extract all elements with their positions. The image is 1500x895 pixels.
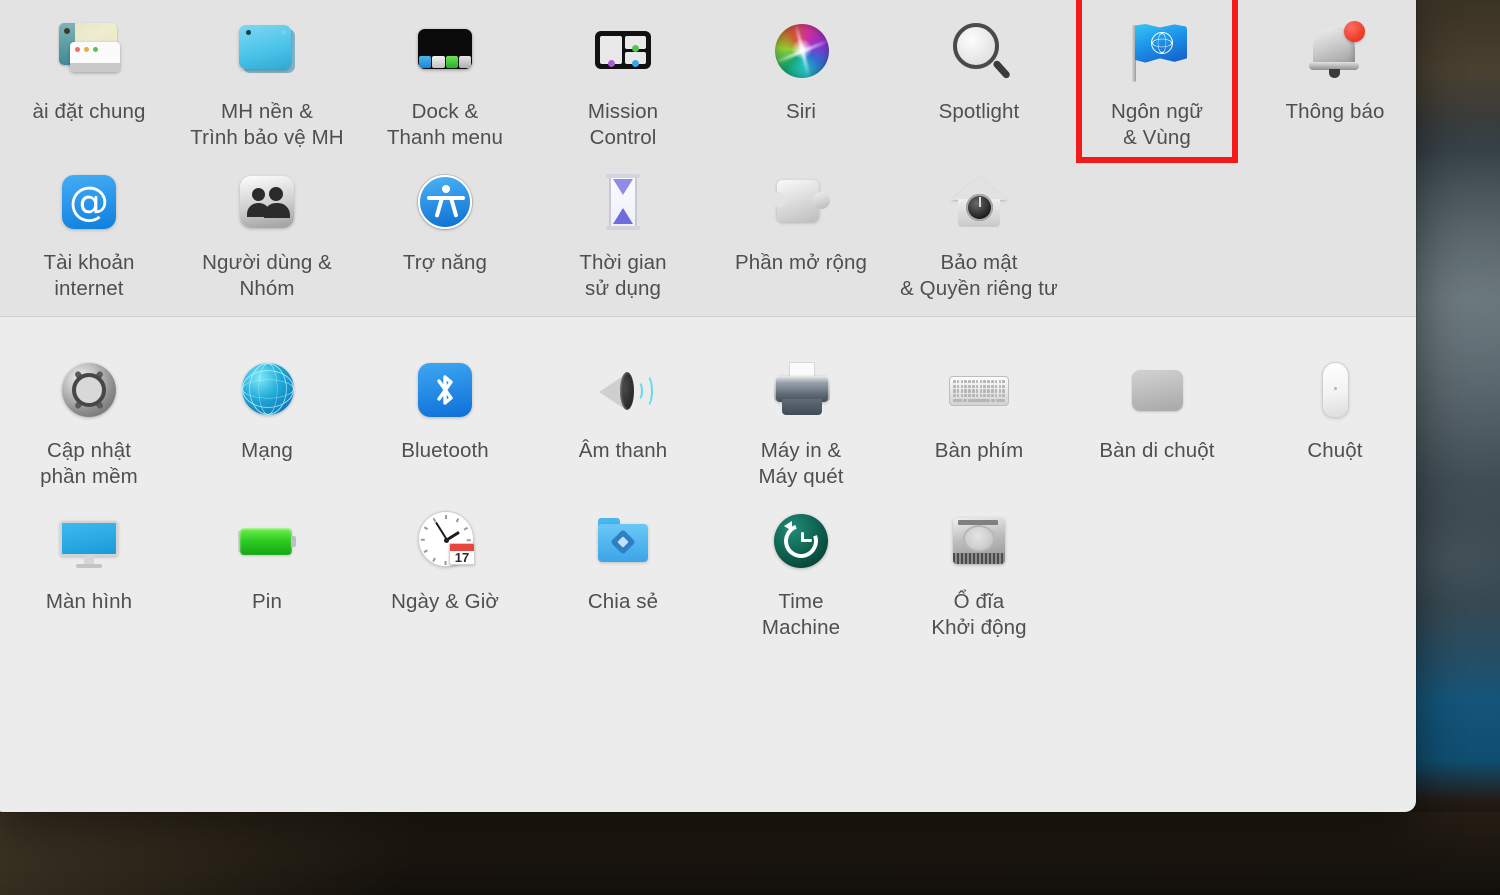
printers-scanners-icon (764, 353, 838, 427)
keyboard-icon (942, 353, 1016, 427)
desktop-screensaver-icon (230, 14, 304, 88)
pane-label: Trợ năng (402, 251, 488, 274)
general-window-icon (52, 14, 126, 88)
pane-label: Ngôn ngữ & Vùng (1110, 100, 1204, 149)
pane-label: Chuột (1307, 439, 1363, 462)
calendar-badge: 17 (449, 543, 475, 565)
pane-label: Pin (252, 590, 282, 613)
pane-notifications[interactable]: Thông báo (1246, 4, 1416, 155)
pane-mission-control[interactable]: Mission Control (534, 4, 712, 155)
pane-trackpad[interactable]: Bàn di chuột (1068, 343, 1246, 494)
pane-row-4: Màn hình Pin 17 Ngày & Giờ Chia sẻ Time … (0, 494, 1416, 645)
calendar-day-number: 17 (454, 550, 470, 565)
pane-sharing[interactable]: Chia sẻ (534, 494, 712, 645)
pane-printers-scanners[interactable]: Máy in & Máy quét (712, 343, 890, 494)
pane-label: Bàn phím (934, 439, 1024, 462)
pane-network[interactable]: Mạng (178, 343, 356, 494)
pane-security-privacy[interactable]: Bảo mật & Quyền riêng tư (890, 155, 1068, 306)
pane-time-machine[interactable]: Time Machine (712, 494, 890, 645)
system-preferences-window: ài đặt chung MH nền & Trình bảo vệ MH Do… (0, 0, 1416, 812)
pane-startup-disk[interactable]: Ổ đĩa Khởi động (890, 494, 1068, 645)
pane-label: Ổ đĩa Khởi động (931, 590, 1027, 639)
internet-accounts-at-icon: @ (52, 165, 126, 239)
pane-dock-menubar[interactable]: Dock & Thanh menu (356, 4, 534, 155)
startup-disk-icon (942, 504, 1016, 578)
date-time-clock-icon: 17 (408, 504, 482, 578)
pane-label: MH nền & Trình bảo vệ MH (190, 100, 344, 149)
pane-language-region[interactable]: Ngôn ngữ & Vùng (1068, 0, 1246, 163)
pane-label: Màn hình (45, 590, 133, 613)
pane-users-groups[interactable]: Người dùng & Nhóm (178, 155, 356, 306)
accessibility-icon (408, 165, 482, 239)
pane-label: Phần mở rộng (734, 251, 868, 274)
pane-label: Siri (785, 100, 816, 123)
pane-battery[interactable]: Pin (178, 494, 356, 645)
battery-icon (230, 504, 304, 578)
pane-siri[interactable]: Siri (712, 4, 890, 155)
pane-label: Máy in & Máy quét (758, 439, 844, 488)
pane-row-1: ài đặt chung MH nền & Trình bảo vệ MH Do… (0, 0, 1416, 163)
displays-icon (52, 504, 126, 578)
siri-icon (764, 14, 838, 88)
pane-accessibility[interactable]: Trợ năng (356, 155, 534, 306)
pane-extensions[interactable]: Phần mở rộng (712, 155, 890, 306)
pane-label: Time Machine (761, 590, 841, 639)
bluetooth-icon (408, 353, 482, 427)
language-region-flag-icon (1120, 14, 1194, 88)
preferences-section-personal: ài đặt chung MH nền & Trình bảo vệ MH Do… (0, 0, 1416, 316)
pane-label: Người dùng & Nhóm (202, 251, 332, 300)
time-machine-icon (764, 504, 838, 578)
pane-label: Bluetooth (401, 439, 489, 462)
pane-label: Dock & Thanh menu (386, 100, 504, 149)
pane-desktop-screensaver[interactable]: MH nền & Trình bảo vệ MH (178, 4, 356, 155)
pane-spotlight[interactable]: Spotlight (890, 4, 1068, 155)
pane-bluetooth[interactable]: Bluetooth (356, 343, 534, 494)
pane-label: Mạng (241, 439, 293, 462)
pane-label: Spotlight (938, 100, 1020, 123)
sharing-folder-icon (586, 504, 660, 578)
security-privacy-house-icon (942, 165, 1016, 239)
pane-label: Thời gian sử dụng (579, 251, 667, 300)
notifications-bell-icon (1298, 14, 1372, 88)
pane-label: Bàn di chuột (1099, 439, 1215, 462)
pane-label: Bảo mật & Quyền riêng tư (900, 251, 1058, 300)
trackpad-icon (1120, 353, 1194, 427)
pane-internet-accounts[interactable]: @ Tài khoản internet (0, 155, 178, 306)
screen-time-hourglass-icon (586, 165, 660, 239)
pane-date-time[interactable]: 17 Ngày & Giờ (356, 494, 534, 645)
pane-keyboard[interactable]: Bàn phím (890, 343, 1068, 494)
mouse-icon (1298, 353, 1372, 427)
pane-label: Mission Control (587, 100, 659, 149)
sound-speaker-icon (586, 353, 660, 427)
pane-displays[interactable]: Màn hình (0, 494, 178, 645)
mission-control-icon (586, 14, 660, 88)
pane-mouse[interactable]: Chuột (1246, 343, 1416, 494)
extensions-puzzle-icon (764, 165, 838, 239)
software-update-gear-icon (52, 353, 126, 427)
pane-general[interactable]: ài đặt chung (0, 4, 178, 155)
pane-label: Âm thanh (578, 439, 668, 462)
dock-menubar-icon (408, 14, 482, 88)
pane-label: Chia sẻ (587, 590, 659, 613)
pane-row-3: Cập nhật phần mềm Mạng Bluetooth Âm than… (0, 343, 1416, 494)
pane-label: ài đặt chung (32, 100, 146, 123)
pane-label: Ngày & Giờ (391, 590, 499, 613)
preferences-section-hardware: Cập nhật phần mềm Mạng Bluetooth Âm than… (0, 317, 1416, 659)
pane-sound[interactable]: Âm thanh (534, 343, 712, 494)
pane-label: Thông báo (1285, 100, 1385, 123)
network-globe-icon (230, 353, 304, 427)
pane-label: Tài khoản internet (43, 251, 135, 300)
users-groups-icon (230, 165, 304, 239)
pane-row-2: @ Tài khoản internet Người dùng & Nhóm T… (0, 155, 1416, 306)
pane-software-update[interactable]: Cập nhật phần mềm (0, 343, 178, 494)
pane-screen-time[interactable]: Thời gian sử dụng (534, 155, 712, 306)
spotlight-search-icon (942, 14, 1016, 88)
pane-label: Cập nhật phần mềm (40, 439, 138, 488)
wallpaper-landmass (0, 812, 1500, 895)
